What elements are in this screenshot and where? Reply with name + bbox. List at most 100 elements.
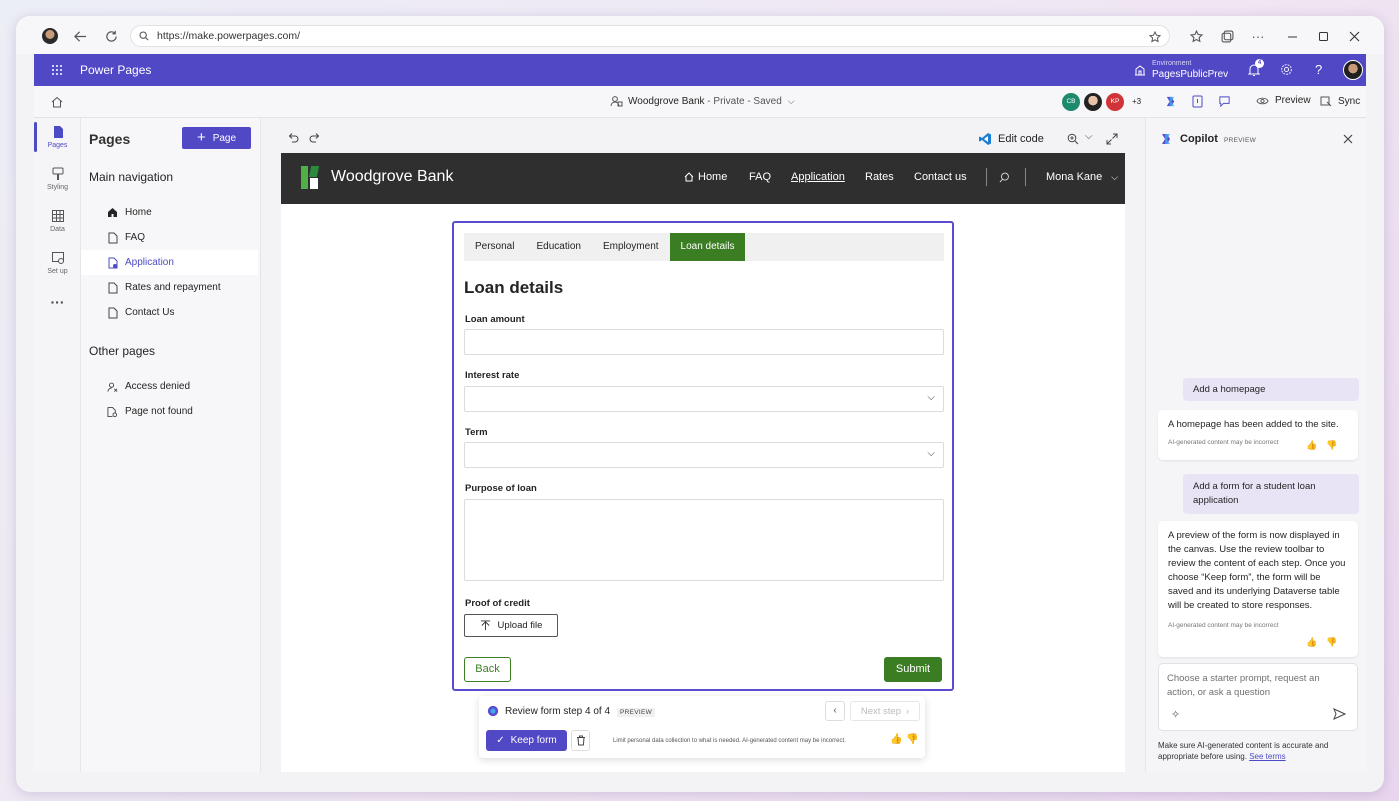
- site-nav-faq[interactable]: FAQ: [749, 171, 771, 183]
- rail-item-data[interactable]: Data: [34, 209, 81, 233]
- site-nav-home[interactable]: Home: [684, 171, 727, 183]
- notifications-button[interactable]: 4: [1247, 59, 1264, 79]
- nav-item-label: Application: [125, 257, 174, 268]
- plus-icon: +: [196, 129, 206, 146]
- loan-amount-input[interactable]: [464, 329, 944, 355]
- tab-employment[interactable]: Employment: [592, 233, 670, 261]
- thumb-down-icon[interactable]: 👎: [906, 734, 918, 745]
- vscode-icon: [979, 133, 991, 145]
- thumb-up-icon[interactable]: 👍: [890, 734, 902, 745]
- rail-item-setup[interactable]: Set up: [34, 251, 81, 275]
- term-select[interactable]: ⌵: [464, 442, 944, 468]
- profile-avatar[interactable]: [42, 28, 58, 44]
- purpose-textarea[interactable]: [464, 499, 944, 581]
- nav-divider: [1025, 168, 1026, 186]
- notification-badge: 4: [1255, 59, 1264, 68]
- discard-button[interactable]: [571, 730, 590, 751]
- rail-more-icon[interactable]: ···: [34, 294, 81, 310]
- thumb-down-icon[interactable]: 👎: [1326, 438, 1337, 452]
- comment-icon[interactable]: [1218, 95, 1231, 108]
- collections-icon[interactable]: [1215, 24, 1239, 48]
- zoom-chevron-icon[interactable]: ⌵: [1085, 131, 1093, 142]
- thumb-down-icon[interactable]: 👎: [1326, 635, 1337, 649]
- gear-icon[interactable]: [1280, 63, 1293, 76]
- minimize-icon[interactable]: [1280, 24, 1304, 48]
- review-toolbar: Review form step 4 of 4 PREVIEW ‹ Next s…: [479, 696, 925, 758]
- address-bar[interactable]: https://make.powerpages.com/: [130, 25, 1170, 47]
- nav-item-access-denied[interactable]: Access denied: [81, 374, 257, 399]
- interest-rate-select[interactable]: ⌵: [464, 386, 944, 412]
- thumb-up-icon[interactable]: 👍: [1306, 635, 1317, 649]
- purpose-label: Purpose of loan: [465, 483, 537, 494]
- sparkle-icon[interactable]: ✧: [1171, 708, 1180, 721]
- submit-button[interactable]: Submit: [884, 657, 942, 682]
- edit-code-button[interactable]: Edit code: [978, 132, 1044, 146]
- close-icon[interactable]: [1343, 134, 1353, 144]
- site-nav-rates[interactable]: Rates: [865, 171, 894, 183]
- expand-icon[interactable]: [1106, 133, 1118, 145]
- home-icon[interactable]: [51, 96, 63, 108]
- next-step-button[interactable]: Next step ›: [850, 701, 920, 721]
- tab-education[interactable]: Education: [525, 233, 591, 261]
- nav-item-page-not-found[interactable]: Page not found: [81, 399, 257, 424]
- thumb-up-icon[interactable]: 👍: [1306, 438, 1317, 452]
- nav-item-faq[interactable]: FAQ: [81, 225, 257, 250]
- site-nav-contact[interactable]: Contact us: [914, 171, 967, 183]
- see-terms-link[interactable]: See terms: [1249, 752, 1285, 761]
- more-icon[interactable]: ···: [1246, 24, 1270, 48]
- page-icon[interactable]: [1192, 95, 1203, 108]
- close-icon[interactable]: [1342, 24, 1366, 48]
- more-collaborators[interactable]: +3: [1132, 97, 1141, 106]
- assistant-message-1: A homepage has been added to the site. A…: [1158, 410, 1358, 460]
- site-picker[interactable]: Woodgrove Bank - Private - Saved ⌵: [610, 95, 795, 107]
- back-button[interactable]: Back: [464, 657, 511, 682]
- nav-item-home[interactable]: Home: [81, 200, 257, 225]
- collaborator-avatar-kp[interactable]: KP: [1106, 93, 1124, 111]
- tab-loan-details[interactable]: Loan details: [669, 233, 746, 261]
- help-icon[interactable]: ?: [1315, 62, 1322, 77]
- refresh-icon[interactable]: [99, 24, 123, 48]
- search-icon[interactable]: [999, 172, 1010, 183]
- undo-icon[interactable]: [287, 132, 299, 144]
- back-icon[interactable]: [68, 24, 92, 48]
- trash-icon: [576, 735, 585, 746]
- add-page-button[interactable]: + Page: [182, 127, 251, 149]
- copilot-preview-badge: PREVIEW: [1224, 137, 1257, 144]
- copilot-input[interactable]: Choose a starter prompt, request an acti…: [1158, 663, 1358, 731]
- setup-icon: [51, 252, 64, 264]
- nav-item-label: FAQ: [125, 232, 146, 243]
- collaborator-avatar-cb[interactable]: CB: [1062, 93, 1080, 111]
- upload-file-button[interactable]: Upload file: [464, 614, 558, 637]
- site-user-menu[interactable]: Mona Kane ⌵: [1046, 171, 1118, 183]
- pages-icon: [53, 126, 63, 138]
- page-icon: [107, 256, 118, 269]
- preview-button[interactable]: Preview: [1256, 95, 1311, 106]
- nav-item-contact[interactable]: Contact Us: [81, 300, 257, 325]
- form-tabs: Personal Education Employment Loan detai…: [464, 233, 944, 261]
- collaborator-avatar-photo[interactable]: [1084, 93, 1102, 111]
- previous-step-button[interactable]: ‹: [825, 701, 845, 721]
- environment-picker[interactable]: Environment PagesPublicPrev: [1152, 58, 1228, 80]
- sync-button[interactable]: Sync: [1320, 95, 1360, 107]
- user-avatar[interactable]: [1343, 60, 1363, 80]
- favorites-icon[interactable]: [1184, 24, 1208, 48]
- rail-item-styling[interactable]: Styling: [34, 167, 81, 191]
- tab-personal[interactable]: Personal: [464, 233, 525, 261]
- copilot-icon[interactable]: [1164, 95, 1177, 108]
- maximize-icon[interactable]: [1311, 24, 1335, 48]
- rail-item-pages[interactable]: Pages: [34, 125, 81, 149]
- design-canvas: Edit code ⌵ Woodgrove Bank Home FAQ Appl…: [261, 118, 1145, 772]
- waffle-icon[interactable]: [51, 64, 63, 76]
- send-icon[interactable]: [1333, 708, 1346, 720]
- favorite-star-icon[interactable]: [1149, 31, 1161, 43]
- zoom-icon[interactable]: [1067, 133, 1079, 145]
- redo-icon[interactable]: [309, 132, 321, 144]
- styling-icon: [52, 167, 63, 180]
- chevron-down-icon: ⌵: [927, 448, 935, 459]
- nav-item-rates[interactable]: Rates and repayment: [81, 275, 257, 300]
- keep-form-button[interactable]: ✓ Keep form: [486, 730, 567, 751]
- site-brand[interactable]: Woodgrove Bank: [331, 168, 453, 186]
- page-icon: [107, 281, 118, 294]
- nav-item-application[interactable]: Application: [81, 250, 258, 275]
- site-nav-application[interactable]: Application: [791, 171, 845, 183]
